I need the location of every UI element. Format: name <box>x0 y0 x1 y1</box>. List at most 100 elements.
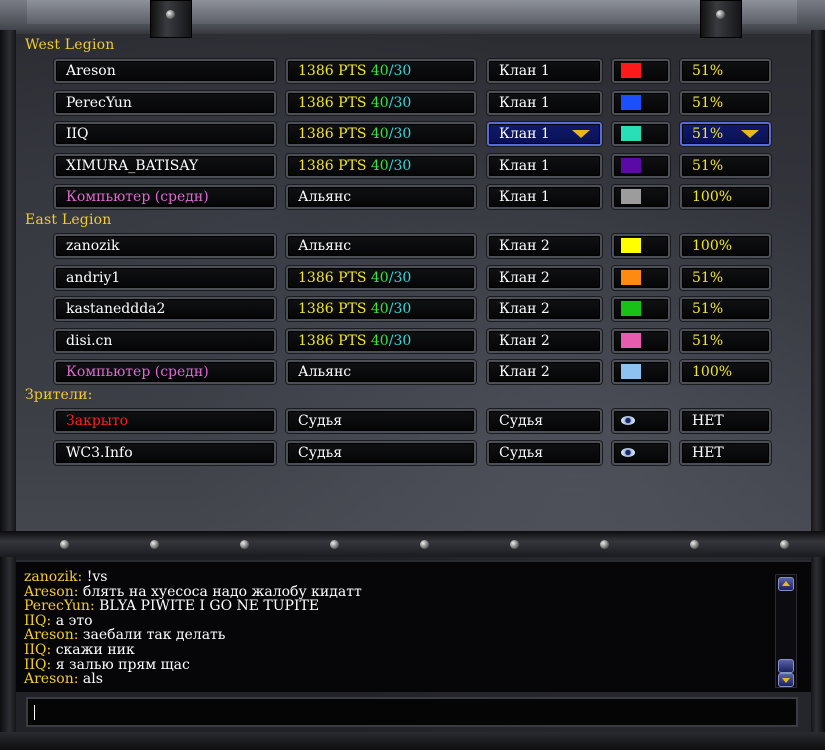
player-name-slot[interactable]: XIMURA_BATISAY <box>54 153 276 178</box>
team-dropdown[interactable]: Клан 1 <box>487 153 602 178</box>
strap-decoration <box>700 0 742 38</box>
observer-handicap[interactable]: НЕТ <box>680 440 771 465</box>
chat-separator: : <box>46 642 56 658</box>
player-name-slot[interactable]: zanozik <box>54 234 276 258</box>
stats-slot[interactable]: 1386 PTS 40/30 <box>286 59 476 83</box>
team-dropdown[interactable]: Клан 1 <box>487 122 602 146</box>
losses: 30 <box>393 332 412 349</box>
team-dropdown[interactable]: Клан 2 <box>487 360 602 384</box>
chat-author: Areson <box>24 671 74 688</box>
player-name-slot[interactable]: Компьютер (средн) <box>54 185 276 209</box>
stats-slot[interactable]: Альянс <box>286 234 476 258</box>
player-name-slot[interactable]: Компьютер (средн) <box>54 360 276 384</box>
handicap-dropdown[interactable]: 51% <box>680 59 771 83</box>
chevron-down-icon[interactable] <box>741 130 759 138</box>
player-name-slot[interactable]: disi.cn <box>54 328 276 353</box>
player-name: Areson <box>66 63 116 79</box>
bolt-decoration <box>510 540 519 549</box>
points: 1386 PTS <box>298 269 371 286</box>
team-dropdown[interactable]: Клан 2 <box>487 297 602 321</box>
handicap-dropdown[interactable]: 100% <box>680 360 771 384</box>
color-swatch <box>621 301 641 316</box>
scroll-thumb[interactable] <box>778 659 794 673</box>
handicap-dropdown[interactable]: 51% <box>680 153 771 178</box>
chat-author: Areson <box>24 627 74 644</box>
team-label: Клан 1 <box>499 63 550 79</box>
observer-team[interactable]: Судья <box>487 440 602 465</box>
chat-input[interactable] <box>26 697 798 727</box>
player-name: disi.cn <box>66 332 113 349</box>
stats-slot[interactable]: 1386 PTS 40/30 <box>286 265 476 290</box>
player-name-slot[interactable]: PerecYun <box>54 90 276 115</box>
color-swatch <box>621 63 641 78</box>
color-dropdown[interactable] <box>612 90 670 115</box>
observer-slot-type[interactable]: Судья <box>286 409 476 433</box>
slot-type: Судья <box>298 413 343 429</box>
team-label: Судья <box>499 413 544 429</box>
player-name-slot[interactable]: kastaneddda2 <box>54 297 276 321</box>
color-dropdown[interactable] <box>612 265 670 290</box>
stats-slot[interactable]: Альянс <box>286 185 476 209</box>
stats-slot[interactable]: 1386 PTS 40/30 <box>286 153 476 178</box>
bolt-decoration <box>150 540 159 549</box>
observer-view-slot[interactable] <box>612 409 670 433</box>
color-dropdown[interactable] <box>612 59 670 83</box>
handicap-value: 51% <box>692 94 724 111</box>
observer-name-slot[interactable]: WC3.Info <box>54 440 276 465</box>
handicap-dropdown[interactable]: 51% <box>680 90 771 115</box>
handicap-dropdown[interactable]: 100% <box>680 234 771 258</box>
team-dropdown[interactable]: Клан 1 <box>487 90 602 115</box>
color-dropdown[interactable] <box>612 328 670 353</box>
wins: 40 <box>370 94 389 111</box>
stats-slot[interactable]: 1386 PTS 40/30 <box>286 297 476 321</box>
observer-slot-type[interactable]: Судья <box>286 440 476 465</box>
player-name-slot[interactable]: IIQ <box>54 122 276 146</box>
color-dropdown[interactable] <box>612 234 670 258</box>
color-dropdown[interactable] <box>612 360 670 384</box>
color-dropdown[interactable] <box>612 122 670 146</box>
observer-name-slot[interactable]: Закрыто <box>54 409 276 433</box>
team-dropdown[interactable]: Клан 2 <box>487 265 602 290</box>
color-dropdown[interactable] <box>612 185 670 209</box>
chevron-down-icon[interactable] <box>572 130 590 138</box>
observer-team[interactable]: Судья <box>487 409 602 433</box>
wins: 40 <box>370 332 389 349</box>
handicap-dropdown[interactable]: 51% <box>680 328 771 353</box>
chat-text: я залью прям щас <box>55 656 190 673</box>
right-rail <box>811 30 825 750</box>
team-dropdown[interactable]: Клан 1 <box>487 59 602 83</box>
chat-separator: : <box>77 569 87 585</box>
color-dropdown[interactable] <box>612 153 670 178</box>
scroll-up-button[interactable] <box>778 577 794 591</box>
handicap-dropdown[interactable]: 51% <box>680 297 771 321</box>
player-name-slot[interactable]: Areson <box>54 59 276 83</box>
team-dropdown[interactable]: Клан 1 <box>487 185 602 209</box>
team-dropdown[interactable]: Клан 2 <box>487 328 602 353</box>
handicap-dropdown[interactable]: 100% <box>680 185 771 209</box>
color-swatch <box>621 332 641 348</box>
player-name: andriy1 <box>66 269 121 286</box>
stats-slot[interactable]: 1386 PTS 40/30 <box>286 328 476 353</box>
handicap-dropdown[interactable]: 51% <box>680 265 771 290</box>
color-dropdown[interactable] <box>612 297 670 321</box>
player-name-slot[interactable]: andriy1 <box>54 265 276 290</box>
observer-view-slot[interactable] <box>612 440 670 465</box>
team-dropdown[interactable]: Клан 2 <box>487 234 602 258</box>
handicap-value: 100% <box>692 364 733 380</box>
observer-handicap[interactable]: НЕТ <box>680 409 771 433</box>
stats-slot[interactable]: 1386 PTS 40/30 <box>286 90 476 115</box>
bolt-decoration <box>420 540 429 549</box>
handicap-value: 51% <box>692 157 724 174</box>
losses: 30 <box>393 269 412 286</box>
losses: 30 <box>393 157 412 174</box>
player-name: IIQ <box>66 126 89 142</box>
scroll-down-button[interactable] <box>778 673 794 687</box>
color-swatch <box>621 238 641 253</box>
stats-slot[interactable]: Альянс <box>286 360 476 384</box>
left-rail <box>0 30 16 750</box>
color-swatch <box>621 269 641 285</box>
handicap-value: 100% <box>692 238 733 254</box>
chat-scrollbar[interactable] <box>775 574 797 688</box>
stats-slot[interactable]: 1386 PTS 40/30 <box>286 122 476 146</box>
handicap-dropdown[interactable]: 51% <box>680 122 771 146</box>
